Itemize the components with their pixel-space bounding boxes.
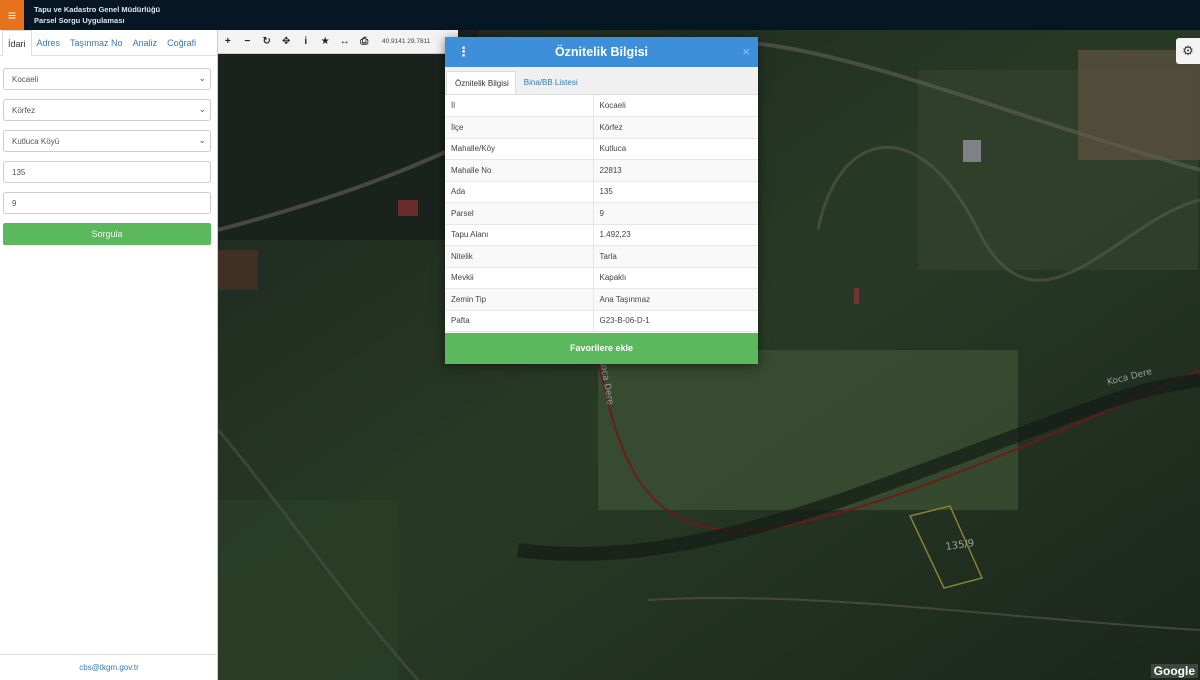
zoom-out-icon[interactable]: − <box>238 36 258 47</box>
attribute-dialog: ⋮ Öznitelik Bilgisi × Öznitelik Bilgisi … <box>445 37 758 364</box>
star-icon[interactable]: ★ <box>316 36 336 47</box>
gear-icon[interactable]: ⚙ <box>1176 38 1200 64</box>
dialog-tabs: Öznitelik Bilgisi Bina/BB Listesi <box>445 67 758 95</box>
coordinates-readout: 40.9141 29.7811 <box>382 38 431 45</box>
table-row: Mahalle No 22813 <box>445 159 758 182</box>
attribute-key: İl <box>445 95 594 117</box>
sidebar-tabs: İdari Adres Taşınmaz No Analiz Coğrafi <box>0 30 217 56</box>
il-select[interactable]: Kocaeli ⌄ <box>3 68 211 90</box>
ada-input-value: 135 <box>12 168 26 177</box>
table-row: Parsel 9 <box>445 202 758 225</box>
google-attribution: Google <box>1150 664 1198 678</box>
il-select-value: Kocaeli <box>12 75 39 84</box>
table-row: Nitelik Tarla <box>445 245 758 268</box>
tab-bina-bb-listesi[interactable]: Bina/BB Listesi <box>516 71 584 94</box>
table-row: İlçe Körfez <box>445 116 758 139</box>
attribute-table: İl Kocaeli İlçe Körfez Mahalle/Köy Kutluca Mah… <box>445 95 758 332</box>
contact-email-link[interactable]: cbs@tkgm.gov.tr <box>0 654 218 680</box>
attribute-key: Ada <box>445 181 594 203</box>
attribute-value: Ana Taşınmaz <box>593 288 758 311</box>
measure-icon[interactable]: ↔ <box>335 36 355 47</box>
parsel-input[interactable]: 9 <box>3 192 211 214</box>
attribute-key: Zemin Tip <box>445 288 594 311</box>
query-button[interactable]: Sorgula <box>3 223 211 245</box>
attribute-key: İlçe <box>445 116 594 139</box>
tab-tasinmaz-no[interactable]: Taşınmaz No <box>65 30 128 55</box>
attribute-value: Kocaeli <box>593 95 758 117</box>
table-row: Zemin Tip Ana Taşınmaz <box>445 288 758 311</box>
app-title: Tapu ve Kadastro Genel Müdürlüğü Parsel … <box>34 4 160 26</box>
app-title-line2: Parsel Sorgu Uygulaması <box>34 16 125 25</box>
refresh-icon[interactable]: ↻ <box>257 36 277 47</box>
attribute-key: Parsel <box>445 202 594 225</box>
add-to-favorites-button[interactable]: Favorilere ekle <box>445 333 758 364</box>
attribute-value: Kapaklı <box>593 267 758 289</box>
query-sidebar: İdari Adres Taşınmaz No Analiz Coğrafi K… <box>0 30 218 680</box>
info-icon[interactable]: i <box>296 36 316 47</box>
attribute-key: Mahalle No <box>445 159 594 182</box>
attribute-value: Körfez <box>593 116 758 139</box>
attribute-value: G23-B-06-D-1 <box>593 310 758 332</box>
app-header: ≡ Tapu ve Kadastro Genel Müdürlüğü Parse… <box>0 0 1200 30</box>
mahalle-select-value: Kutluca Köyü <box>12 137 60 146</box>
print-icon[interactable]: ⎙ <box>355 36 375 47</box>
attribute-value: Tarla <box>593 245 758 268</box>
tab-oznitelik-bilgisi[interactable]: Öznitelik Bilgisi <box>446 71 516 94</box>
table-row: Tapu Alanı 1.492,23 <box>445 224 758 246</box>
tab-adres[interactable]: Adres <box>32 30 66 55</box>
app-title-line1: Tapu ve Kadastro Genel Müdürlüğü <box>34 5 161 14</box>
chevron-down-icon: ⌄ <box>198 104 206 114</box>
table-row: Mahalle/Köy Kutluca <box>445 138 758 160</box>
attribute-key: Tapu Alanı <box>445 224 594 246</box>
tab-idari[interactable]: İdari <box>2 30 32 56</box>
tab-analiz[interactable]: Analiz <box>128 30 163 55</box>
ilce-select-value: Körfez <box>12 106 36 115</box>
locate-icon[interactable]: ✥ <box>277 36 297 47</box>
attribute-key: Mevkii <box>445 267 594 289</box>
table-row: Mevkii Kapaklı <box>445 267 758 289</box>
tab-cografi[interactable]: Coğrafi <box>162 30 201 55</box>
hamburger-icon[interactable]: ≡ <box>0 0 24 30</box>
parsel-input-value: 9 <box>12 199 17 208</box>
attribute-value: Kutluca <box>593 138 758 160</box>
dialog-title: Öznitelik Bilgisi <box>554 45 649 59</box>
ada-input[interactable]: 135 <box>3 161 211 183</box>
kebab-menu-icon[interactable]: ⋮ <box>457 37 470 67</box>
table-row: Pafta G23-B-06-D-1 <box>445 310 758 332</box>
attribute-key: Pafta <box>445 310 594 332</box>
ilce-select[interactable]: Körfez ⌄ <box>3 99 211 121</box>
attribute-value: 1.492,23 <box>593 224 758 246</box>
table-row: İl Kocaeli <box>445 95 758 117</box>
chevron-down-icon: ⌄ <box>198 73 206 83</box>
dialog-header: ⋮ Öznitelik Bilgisi × <box>445 37 758 67</box>
attribute-value: 22813 <box>593 159 758 182</box>
attribute-key: Nitelik <box>445 245 594 268</box>
zoom-in-icon[interactable]: + <box>218 36 238 47</box>
attribute-value: 135 <box>593 181 758 203</box>
table-row: Ada 135 <box>445 181 758 203</box>
query-form: Kocaeli ⌄ Körfez ⌄ Kutluca Köyü ⌄ 135 9 … <box>0 56 217 245</box>
attribute-key: Mahalle/Köy <box>445 138 594 160</box>
chevron-down-icon: ⌄ <box>198 135 206 145</box>
close-icon[interactable]: × <box>742 37 750 67</box>
map-toolbar: + − ↻ ✥ i ★ ↔ ⎙ 40.9141 29.7811 <box>218 30 458 54</box>
attribute-value: 9 <box>593 202 758 225</box>
mahalle-select[interactable]: Kutluca Köyü ⌄ <box>3 130 211 152</box>
